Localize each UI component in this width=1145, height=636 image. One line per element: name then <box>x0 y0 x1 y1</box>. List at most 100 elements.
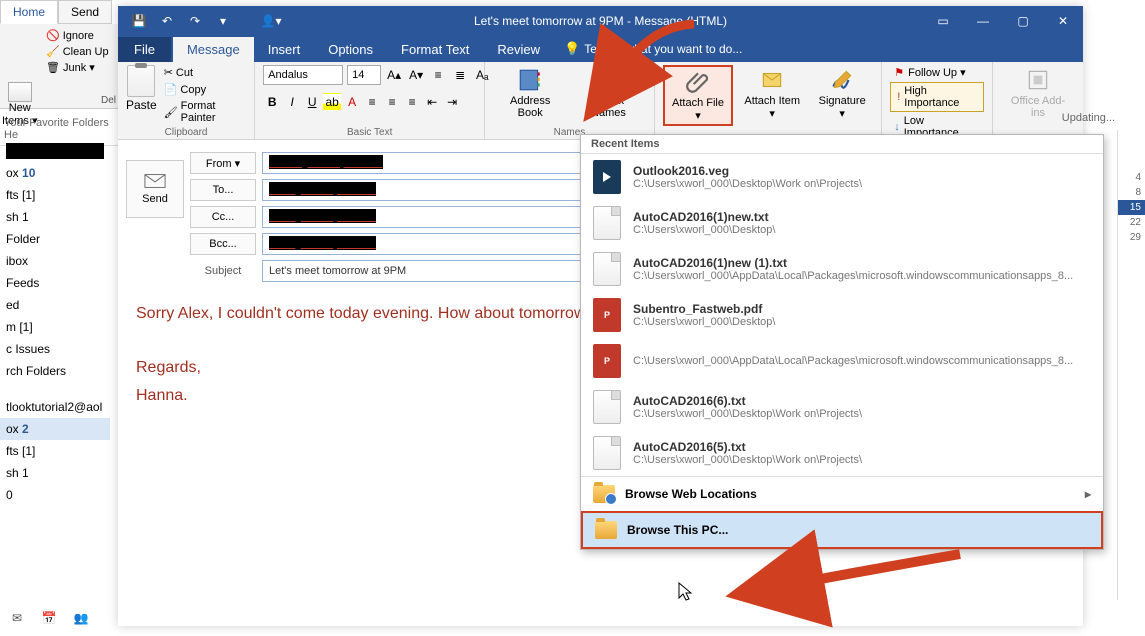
file-name: AutoCAD2016(6).txt <box>633 394 1091 408</box>
nav-search[interactable]: rch Folders <box>0 360 110 382</box>
tab-file[interactable]: File <box>118 37 171 62</box>
nav-inbox[interactable]: ox 10 <box>0 162 110 184</box>
recent-file-item[interactable]: Outlook2016.vegC:\Users\xworl_000\Deskto… <box>581 154 1103 200</box>
paste-button[interactable]: Paste <box>126 65 157 112</box>
junk-button[interactable]: 🗑Junk ▾ <box>44 60 116 75</box>
folder-globe-icon <box>593 485 615 503</box>
format-painter-button[interactable]: 🖌 Format Painter <box>161 99 246 125</box>
maximize-icon[interactable]: ▢ <box>1003 6 1043 36</box>
font-color-icon[interactable]: A <box>343 93 361 111</box>
align-left-icon[interactable]: ≡ <box>363 93 381 111</box>
attach-item-button[interactable]: Attach Item ▾ <box>737 65 807 122</box>
followup-button[interactable]: ⚑Follow Up ▾ <box>890 65 984 80</box>
file-name: AutoCAD2016(1)new (1).txt <box>633 256 1091 270</box>
font-size-select[interactable] <box>347 65 381 85</box>
nav-account2[interactable]: tlooktutorial2@aol <box>0 396 110 418</box>
browse-this-pc[interactable]: Browse This PC... <box>581 511 1103 549</box>
contact-icon[interactable]: 👤▾ <box>258 8 284 34</box>
browse-web-locations[interactable]: Browse Web Locations ▸ <box>581 476 1103 511</box>
numbering-icon[interactable]: ≣ <box>451 66 469 84</box>
grow-font-icon[interactable]: A▴ <box>385 66 403 84</box>
cut-button[interactable]: ✂ Cut <box>161 65 246 80</box>
tab-review[interactable]: Review <box>483 37 554 62</box>
minimize-icon[interactable]: — <box>963 6 1003 36</box>
redo-icon[interactable]: ↷ <box>182 8 208 34</box>
nav-trash[interactable]: sh 1 <box>0 206 110 228</box>
bcc-button[interactable]: Bcc... <box>190 233 256 255</box>
recent-file-item[interactable]: AutoCAD2016(6).txtC:\Users\xworl_000\Des… <box>581 384 1103 430</box>
outdent-icon[interactable]: ⇤ <box>423 93 441 111</box>
file-name: Outlook2016.veg <box>633 164 1091 178</box>
file-name: AutoCAD2016(1)new.txt <box>633 210 1091 224</box>
italic-button[interactable]: I <box>283 93 301 111</box>
file-path: C:\Users\xworl_000\AppData\Local\Package… <box>633 270 1091 282</box>
indent-icon[interactable]: ⇥ <box>443 93 461 111</box>
tab-options[interactable]: Options <box>314 37 387 62</box>
shrink-font-icon[interactable]: A▾ <box>407 66 425 84</box>
nav-issues[interactable]: c Issues <box>0 338 110 360</box>
attach-file-dropdown: Recent Items Outlook2016.vegC:\Users\xwo… <box>580 134 1104 550</box>
cleanup-button[interactable]: 🧹Clean Up <box>44 44 116 59</box>
cal-num-today[interactable]: 15 <box>1118 200 1145 215</box>
nav-m1[interactable]: m [1] <box>0 316 110 338</box>
nav-folder[interactable]: Folder <box>0 228 110 250</box>
from-button[interactable]: From ▾ <box>190 152 256 174</box>
nav-ibox[interactable]: ibox <box>0 250 110 272</box>
nav-feeds[interactable]: Feeds <box>0 272 110 294</box>
tab-insert[interactable]: Insert <box>254 37 315 62</box>
nav-drafts[interactable]: fts [1] <box>0 184 110 206</box>
underline-button[interactable]: U <box>303 93 321 111</box>
ignore-button[interactable]: 🚫Ignore <box>44 28 116 43</box>
bg-tab-send[interactable]: Send <box>58 0 112 24</box>
align-center-icon[interactable]: ≡ <box>383 93 401 111</box>
people-icon[interactable]: 👥 <box>72 610 90 626</box>
bg-tab-home[interactable]: Home <box>0 0 58 24</box>
video-file-icon <box>593 160 621 194</box>
cal-num[interactable]: 29 <box>1118 230 1145 245</box>
file-name: AutoCAD2016(5).txt <box>633 440 1091 454</box>
nav-inbox2[interactable]: ox 2 <box>0 418 110 440</box>
cal-num[interactable]: 4 <box>1118 170 1145 185</box>
tab-format-text[interactable]: Format Text <box>387 37 483 62</box>
ribbon-options-icon[interactable]: ▭ <box>923 6 963 36</box>
mail-icon[interactable]: ✉ <box>8 610 26 626</box>
file-path: C:\Users\xworl_000\AppData\Local\Package… <box>633 355 1091 367</box>
cal-num[interactable]: 22 <box>1118 215 1145 230</box>
recent-file-item[interactable]: AutoCAD2016(1)new.txtC:\Users\xworl_000\… <box>581 200 1103 246</box>
recent-file-item[interactable]: PSubentro_Fastweb.pdfC:\Users\xworl_000\… <box>581 292 1103 338</box>
pdf-file-icon: P <box>593 298 621 332</box>
save-icon[interactable]: 💾 <box>126 8 152 34</box>
undo-icon[interactable]: ↶ <box>154 8 180 34</box>
signature-button[interactable]: Signature ▾ <box>811 65 873 122</box>
calendar-icon[interactable]: 📅 <box>40 610 58 626</box>
align-right-icon[interactable]: ≡ <box>403 93 421 111</box>
tab-message[interactable]: Message <box>173 37 254 62</box>
nav-drafts2[interactable]: fts [1] <box>0 440 110 462</box>
highlight-icon[interactable]: ab <box>323 93 341 111</box>
calendar-sliver: 4 8 15 22 29 <box>1117 130 1145 600</box>
bullets-icon[interactable]: ≡ <box>429 66 447 84</box>
updating-label: Updating... <box>1062 112 1115 124</box>
doc-file-icon <box>593 252 621 286</box>
copy-button[interactable]: 📄 Copy <box>161 82 246 97</box>
recent-items-header: Recent Items <box>591 138 659 150</box>
to-button[interactable]: To... <box>190 179 256 201</box>
account-redacted: user@example.c <box>6 143 104 159</box>
bold-button[interactable]: B <box>263 93 281 111</box>
recent-file-item[interactable]: AutoCAD2016(1)new (1).txtC:\Users\xworl_… <box>581 246 1103 292</box>
nav-sh2[interactable]: sh 1 <box>0 462 110 484</box>
recent-file-item[interactable]: PC:\Users\xworl_000\AppData\Local\Packag… <box>581 338 1103 384</box>
cc-button[interactable]: Cc... <box>190 206 256 228</box>
send-button[interactable]: Send <box>126 160 184 218</box>
nav-n0[interactable]: 0 <box>0 484 110 506</box>
close-icon[interactable]: ✕ <box>1043 6 1083 36</box>
recent-file-item[interactable]: AutoCAD2016(5).txtC:\Users\xworl_000\Des… <box>581 430 1103 476</box>
address-book-button[interactable]: Address Book <box>493 65 567 121</box>
nav-ed[interactable]: ed <box>0 294 110 316</box>
annotation-arrow-attach <box>614 16 704 79</box>
font-name-select[interactable] <box>263 65 343 85</box>
qat-more-icon[interactable]: ▾ <box>210 8 236 34</box>
high-importance-button[interactable]: !High Importance <box>890 82 984 112</box>
folder-nav: user@example.c ox 10 fts [1] sh 1 Folder… <box>0 140 110 600</box>
cal-num[interactable]: 8 <box>1118 185 1145 200</box>
